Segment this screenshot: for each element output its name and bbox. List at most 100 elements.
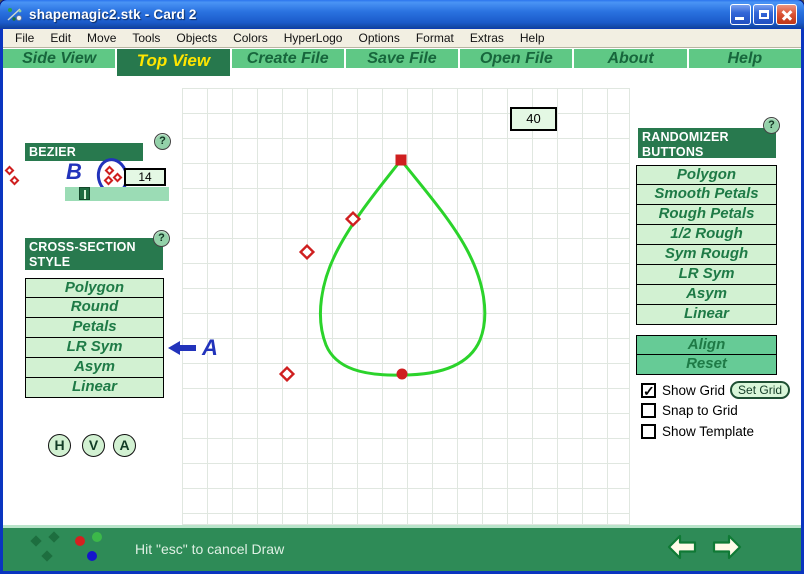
snap-to-grid-row: Snap to Grid — [641, 403, 738, 418]
show-grid-checkbox[interactable]: ✓ — [641, 383, 656, 398]
set-grid-button[interactable]: Set Grid — [730, 381, 790, 399]
flip-horizontal-button[interactable]: H — [48, 434, 71, 457]
rand-polygon-button[interactable]: Polygon — [636, 165, 777, 185]
cross-section-header: CROSS-SECTION STYLE — [25, 238, 163, 270]
tab-save-file[interactable]: Save File — [346, 49, 458, 68]
menu-edit[interactable]: Edit — [42, 31, 79, 45]
maximize-button[interactable] — [753, 4, 774, 25]
bezier-help-icon[interactable]: ? — [154, 133, 171, 150]
rand-sym-rough-button[interactable]: Sym Rough — [636, 245, 777, 265]
randomizer-title-line2: BUTTONS — [642, 145, 776, 160]
decoration-dot-icon — [41, 550, 52, 561]
decoration-dot-icon — [30, 535, 41, 546]
randomizer-title-line1: RANDOMIZER — [642, 130, 776, 145]
rand-half-rough-button[interactable]: 1/2 Rough — [636, 225, 777, 245]
annotation-b: B — [66, 159, 82, 185]
tab-about[interactable]: About — [574, 49, 686, 68]
minimize-icon — [735, 17, 744, 20]
align-a-button[interactable]: A — [113, 434, 136, 457]
bezier-segments-slider[interactable] — [65, 187, 169, 201]
cross-section-title-line1: CROSS-SECTION — [29, 240, 163, 255]
cs-lr-sym-button[interactable]: LR Sym — [25, 338, 164, 358]
status-message: Hit "esc" to cancel Draw — [135, 541, 284, 557]
maximize-icon — [759, 10, 769, 19]
cross-section-title-line2: STYLE — [29, 255, 163, 270]
next-card-button[interactable] — [712, 534, 742, 562]
teardrop-path — [320, 160, 484, 375]
control-point-diamond[interactable] — [347, 213, 360, 226]
menu-hyperlogo[interactable]: HyperLogo — [276, 31, 351, 45]
snap-to-grid-label: Snap to Grid — [662, 403, 738, 418]
action-buttons: Align Reset — [636, 335, 777, 375]
minimize-button[interactable] — [730, 4, 751, 25]
left-arrow-icon — [669, 536, 695, 558]
rand-rough-petals-button[interactable]: Rough Petals — [636, 205, 777, 225]
prev-card-button[interactable] — [667, 534, 697, 562]
tab-help[interactable]: Help — [689, 49, 801, 68]
show-grid-row: ✓ Show Grid Set Grid — [641, 381, 790, 399]
show-template-checkbox[interactable] — [641, 424, 656, 439]
show-template-row: Show Template — [641, 424, 754, 439]
tab-open-file[interactable]: Open File — [460, 49, 572, 68]
bezier-segments-value[interactable]: 14 — [124, 168, 166, 186]
menu-objects[interactable]: Objects — [168, 31, 225, 45]
randomizer-buttons: Polygon Smooth Petals Rough Petals 1/2 R… — [636, 165, 777, 325]
rand-asym-button[interactable]: Asym — [636, 285, 777, 305]
cross-section-buttons: Polygon Round Petals LR Sym Asym Linear — [25, 278, 164, 398]
tab-top-view[interactable]: Top View — [117, 49, 229, 76]
window-title: shapemagic2.stk - Card 2 — [29, 7, 197, 22]
stray-control-point[interactable] — [10, 176, 20, 186]
randomizer-help-icon[interactable]: ? — [763, 117, 780, 134]
tab-bar: Side View Top View Create File Save File… — [3, 49, 801, 76]
bezier-shape — [182, 88, 630, 525]
tab-side-view[interactable]: Side View — [3, 49, 115, 68]
control-point-bottom[interactable] — [397, 369, 408, 380]
control-point-diamond[interactable] — [281, 368, 294, 381]
slider-thumb[interactable] — [79, 187, 90, 200]
randomizer-header: RANDOMIZER BUTTONS — [638, 128, 776, 158]
red-dot-icon — [75, 536, 85, 546]
cs-petals-button[interactable]: Petals — [25, 318, 164, 338]
menu-tools[interactable]: Tools — [124, 31, 168, 45]
stray-control-point[interactable] — [5, 166, 15, 176]
snap-to-grid-checkbox[interactable] — [641, 403, 656, 418]
cs-asym-button[interactable]: Asym — [25, 358, 164, 378]
menu-move[interactable]: Move — [79, 31, 124, 45]
menu-colors[interactable]: Colors — [225, 31, 276, 45]
show-template-label: Show Template — [662, 424, 754, 439]
menu-bar: File Edit Move Tools Objects Colors Hype… — [3, 29, 801, 48]
decoration-dot-icon — [48, 531, 59, 542]
menu-help[interactable]: Help — [512, 31, 553, 45]
menu-file[interactable]: File — [7, 31, 42, 45]
grid-size-box[interactable]: 40 — [510, 107, 557, 131]
cs-linear-button[interactable]: Linear — [25, 378, 164, 398]
bezier-segments-header: BEZIER SEGMENTS — [25, 143, 143, 161]
menu-extras[interactable]: Extras — [462, 31, 512, 45]
tab-create-file[interactable]: Create File — [232, 49, 344, 68]
right-arrow-icon — [714, 536, 740, 558]
control-point-apex[interactable] — [396, 155, 407, 166]
control-point-diamond[interactable] — [301, 246, 314, 259]
menu-format[interactable]: Format — [408, 31, 462, 45]
menu-options[interactable]: Options — [350, 31, 407, 45]
rand-linear-button[interactable]: Linear — [636, 305, 777, 325]
app-icon — [6, 6, 24, 24]
annotation-arrow-tail — [179, 345, 196, 351]
show-grid-label: Show Grid — [662, 383, 725, 398]
cs-polygon-button[interactable]: Polygon — [25, 278, 164, 298]
align-button[interactable]: Align — [636, 335, 777, 355]
cs-round-button[interactable]: Round — [25, 298, 164, 318]
blue-dot-icon — [87, 551, 97, 561]
cross-section-help-icon[interactable]: ? — [153, 230, 170, 247]
rand-smooth-petals-button[interactable]: Smooth Petals — [636, 185, 777, 205]
window-content: File Edit Move Tools Objects Colors Hype… — [3, 29, 801, 571]
status-bar: Hit "esc" to cancel Draw — [3, 525, 801, 571]
title-bar[interactable]: shapemagic2.stk - Card 2 — [0, 0, 804, 29]
flip-vertical-button[interactable]: V — [82, 434, 105, 457]
close-button[interactable] — [776, 4, 797, 25]
reset-button[interactable]: Reset — [636, 355, 777, 375]
rand-lr-sym-button[interactable]: LR Sym — [636, 265, 777, 285]
drawing-canvas[interactable] — [182, 88, 630, 525]
annotation-a: A — [202, 335, 218, 361]
app-window: shapemagic2.stk - Card 2 File Edit Move … — [0, 0, 804, 574]
